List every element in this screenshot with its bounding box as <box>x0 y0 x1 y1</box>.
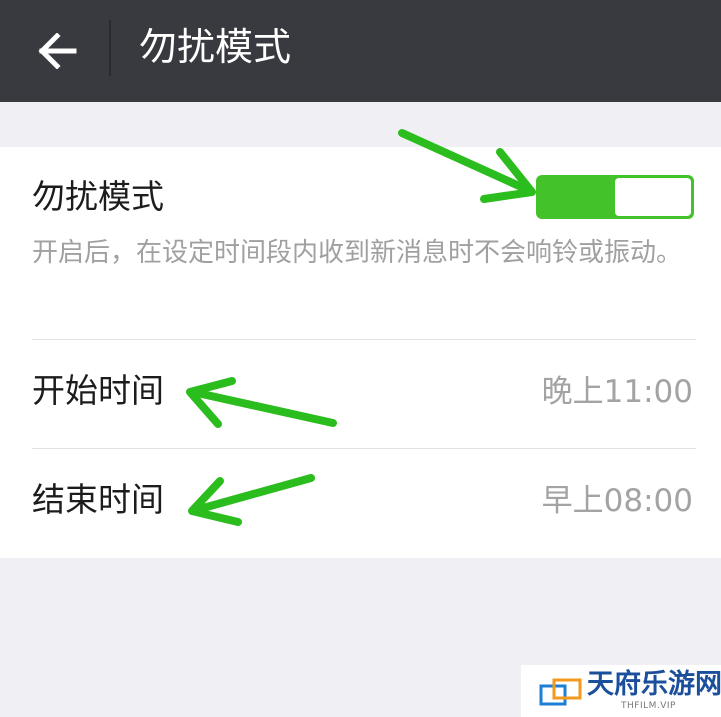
end-time-value: 早上08:00 <box>541 483 693 519</box>
dnd-label: 勿扰模式 <box>32 177 164 216</box>
end-time-label: 结束时间 <box>32 480 164 519</box>
start-time-value: 晚上11:00 <box>541 374 693 410</box>
dnd-description: 开启后，在设定时间段内收到新消息时不会响铃或振动。 <box>32 238 683 268</box>
toggle-knob <box>615 178 691 216</box>
watermark-sub: THFILM.VIP <box>621 701 676 711</box>
page-title: 勿扰模式 <box>139 25 292 69</box>
title-bar-divider <box>109 20 111 76</box>
dnd-toggle[interactable] <box>536 175 694 219</box>
brand-logo-icon <box>539 678 582 706</box>
back-button[interactable] <box>28 22 86 80</box>
watermark-brand: 天府乐游网 <box>587 669 721 700</box>
start-time-label: 开始时间 <box>32 371 164 410</box>
arrow-left-icon <box>38 33 77 69</box>
watermark: 天府乐游网 THFILM.VIP <box>521 665 721 717</box>
title-bar: 勿扰模式 <box>0 0 721 102</box>
